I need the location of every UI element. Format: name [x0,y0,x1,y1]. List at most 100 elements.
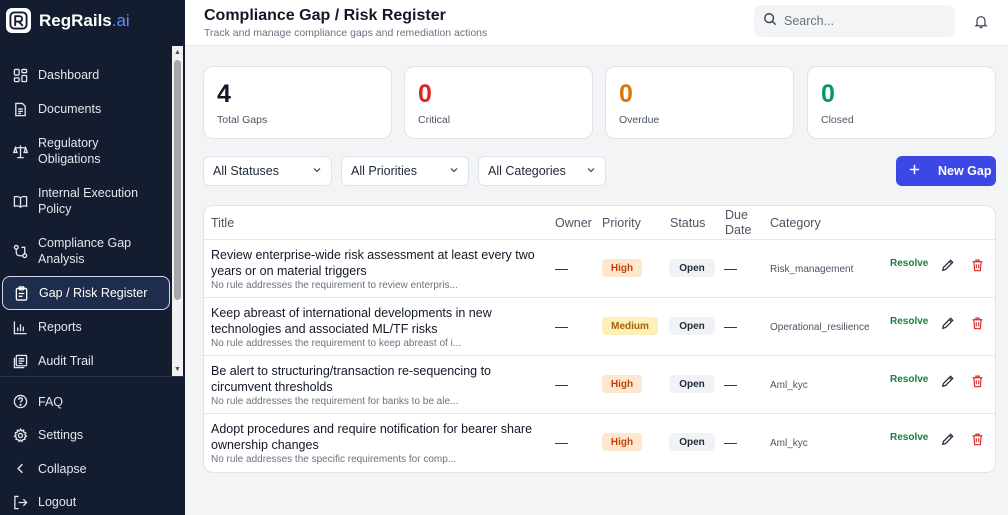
gap-owner: — [555,377,568,392]
status-filter-select[interactable]: All Statuses [203,156,332,186]
category-filter-select[interactable]: All Categories [478,156,606,186]
gap-description: No rule addresses the requirement to rev… [211,280,458,291]
table-row: Be alert to structuring/transaction re-s… [204,356,995,414]
table-row: Review enterprise-wide risk assessment a… [204,240,995,298]
gear-icon [12,427,28,443]
stat-label: Total Gaps [217,114,268,126]
sidebar-item-compliance-gap-analysis[interactable]: Compliance Gap Analysis [0,226,172,276]
sidebar-nav: Dashboard Documents Regulatory Obligatio… [0,58,172,378]
table-row: Keep abreast of international developmen… [204,298,995,356]
priority-badge: High [602,433,642,451]
stat-card-total-gaps: 4 Total Gaps [203,66,392,139]
dashboard-icon [12,67,28,83]
resolve-button[interactable]: Resolve [890,374,928,385]
resolve-button[interactable]: Resolve [890,432,928,443]
sidebar-item-label: FAQ [38,394,64,409]
sidebar-item-label: Settings [38,428,84,442]
edit-pencil-icon[interactable] [941,432,955,446]
sidebar-item-collapse[interactable]: Collapse [0,452,185,485]
column-header-due-date: Due Date [725,208,752,237]
edit-pencil-icon[interactable] [941,316,955,330]
status-badge: Open [669,375,715,393]
stat-value: 4 [217,80,231,108]
sidebar-item-reports[interactable]: Reports [0,310,172,344]
resolve-button[interactable]: Resolve [890,258,928,269]
gap-title: Keep abreast of international developmen… [211,306,492,336]
bell-icon[interactable] [974,14,990,30]
sidebar-item-dashboard[interactable]: Dashboard [0,58,172,92]
sidebar-item-regulatory-obligations[interactable]: Regulatory Obligations [0,126,172,176]
sidebar-item-faq[interactable]: FAQ [0,385,185,418]
search-input[interactable] [784,14,934,28]
sidebar-scrollbar[interactable]: ▲ ▼ [172,46,183,376]
resolve-button[interactable]: Resolve [890,316,928,327]
brand-logo-icon [6,8,31,33]
gap-category: Aml_kyc [770,380,808,391]
sidebar-item-documents[interactable]: Documents [0,92,172,126]
sidebar-item-label: Documents [38,102,102,116]
trash-icon[interactable] [971,432,985,446]
sidebar-item-label: Dashboard [38,68,100,82]
new-gap-label: New Gap [938,164,992,178]
chevron-down-icon [586,164,596,178]
list-icon [12,353,28,369]
new-gap-button[interactable]: New Gap [896,156,996,186]
sidebar-item-audit-trail[interactable]: Audit Trail [0,344,172,378]
stat-card-critical: 0 Critical [404,66,593,139]
sidebar-item-label: Collapse [38,461,87,476]
clipboard-icon [13,285,29,301]
priority-badge: Medium [602,317,658,335]
search-box[interactable] [754,5,955,37]
sidebar-item-logout[interactable]: Logout [0,485,185,515]
category-filter-value: All Categories [488,164,566,178]
scrollbar-thumb[interactable] [174,60,181,300]
trash-icon[interactable] [971,374,985,388]
gap-due-date: — [724,377,737,392]
trash-icon[interactable] [971,316,985,330]
sidebar-divider [0,376,185,377]
sidebar-item-label: Audit Trail [38,354,94,368]
sidebar-item-settings[interactable]: Settings [0,418,185,452]
chevron-down-icon [449,164,459,178]
sidebar-item-label: Gap / Risk Register [39,286,148,300]
column-header-title: Title [211,216,235,230]
stat-value: 0 [821,80,835,108]
stat-label: Critical [418,114,451,126]
gap-title: Review enterprise-wide risk assessment a… [211,248,535,278]
sidebar-item-label: Regulatory Obligations [38,136,101,166]
stat-card-overdue: 0 Overdue [605,66,794,139]
stat-label: Overdue [619,114,660,126]
brand[interactable]: RegRails.ai [6,8,130,33]
gap-owner: — [555,319,568,334]
gap-category: Aml_kyc [770,438,808,449]
trash-icon[interactable] [971,258,985,272]
sidebar-item-gap-risk-register[interactable]: Gap / Risk Register [2,276,170,310]
logout-icon [12,494,28,510]
gap-due-date: — [724,261,737,276]
sidebar-item-label: Reports [38,320,82,334]
bar-chart-icon [12,319,28,335]
gap-register-table: Title Owner Priority Status Due Date Cat… [203,205,996,473]
column-header-owner: Owner [555,216,592,230]
edit-pencil-icon[interactable] [941,258,955,272]
sidebar-item-label: Internal Execution Policy [38,186,139,216]
gap-due-date: — [724,319,737,334]
sidebar-item-internal-execution-policy[interactable]: Internal Execution Policy [0,176,172,226]
sidebar-item-label: Logout [38,495,77,509]
chevron-left-icon [12,461,28,477]
edit-pencil-icon[interactable] [941,374,955,388]
gap-owner: — [555,261,568,276]
help-icon [12,394,28,410]
sidebar: RegRails.ai Dashboard Documents Regulato… [0,0,185,515]
route-icon [12,243,28,259]
stat-value: 0 [418,80,432,108]
chevron-down-icon [312,164,322,178]
sidebar-bottom-nav: FAQ Settings Collapse Logout [0,385,185,515]
priority-filter-select[interactable]: All Priorities [341,156,469,186]
column-header-category: Category [770,216,821,230]
brand-name: RegRails.ai [39,11,130,31]
scroll-up-arrow-icon[interactable]: ▲ [173,48,182,57]
column-header-status: Status [670,216,706,230]
gap-category: Risk_management [770,264,854,275]
scroll-down-arrow-icon[interactable]: ▼ [173,365,182,374]
